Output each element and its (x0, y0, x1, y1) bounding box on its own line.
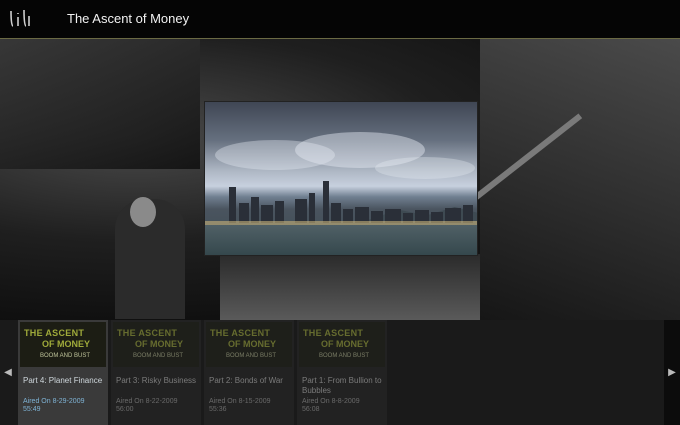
thumbnail-title-line: THE ASCENT (117, 328, 178, 338)
cloud (375, 157, 475, 179)
thumbnail-title-line: OF MONEY (42, 339, 91, 349)
episode-duration: 55:49 (23, 406, 41, 413)
episode-title[interactable]: Part 3: Risky Business (116, 376, 200, 386)
background-scene (0, 39, 200, 169)
thumbnail-subtitle: BOOM AND BUST (133, 353, 184, 359)
episode-aired-date: Aired On 8-8-2009 (302, 398, 360, 405)
video-frame[interactable] (204, 101, 478, 256)
building (331, 203, 341, 223)
episode-aired-date: Aired On 8-22-2009 (116, 398, 178, 405)
episode-thumbnail[interactable]: THE ASCENT OF MONEY BOOM AND BUST (113, 322, 199, 367)
building (251, 197, 259, 223)
background-right (480, 39, 680, 320)
episode-thumbnail[interactable]: THE ASCENT OF MONEY BOOM AND BUST (299, 322, 385, 367)
episode-item[interactable]: THE ASCENT OF MONEY BOOM AND BUST Part 1… (297, 320, 387, 425)
top-bar: The Ascent of Money (0, 0, 680, 39)
thumbnail-title-line: OF MONEY (321, 339, 370, 349)
episode-duration: 55:36 (209, 406, 227, 413)
prev-arrow-icon[interactable]: ◀ (0, 320, 16, 425)
thumbnail-title-line: THE ASCENT (210, 328, 271, 338)
episode-duration: 56:00 (116, 406, 134, 413)
episode-item[interactable]: THE ASCENT OF MONEY BOOM AND BUST Part 3… (111, 320, 201, 425)
water (205, 225, 477, 255)
thumbnail-subtitle: BOOM AND BUST (226, 353, 277, 359)
building (295, 199, 307, 223)
episode-item[interactable]: THE ASCENT OF MONEY BOOM AND BUST Part 2… (204, 320, 294, 425)
episode-thumbnail[interactable]: THE ASCENT OF MONEY BOOM AND BUST (206, 322, 292, 367)
next-arrow-icon[interactable]: ▶ (664, 320, 680, 425)
video-player[interactable] (0, 39, 680, 320)
thumbnail-title-line: THE ASCENT (24, 328, 85, 338)
thumbnail-subtitle: BOOM AND BUST (319, 353, 370, 359)
episode-aired-date: Aired On 8-15-2009 (209, 398, 271, 405)
logo-icon[interactable] (8, 8, 32, 30)
episode-title[interactable]: Part 4: Planet Finance (23, 376, 107, 386)
building (275, 201, 284, 223)
episode-duration: 56:08 (302, 406, 320, 413)
building (229, 187, 236, 223)
thumbnail-title-line: THE ASCENT (303, 328, 364, 338)
episode-item[interactable]: THE ASCENT OF MONEY BOOM AND BUST Part 4… (18, 320, 108, 425)
thumbnail-title-line: OF MONEY (228, 339, 277, 349)
building (309, 193, 315, 223)
episode-title[interactable]: Part 2: Bonds of War (209, 376, 293, 386)
episode-aired-date: Aired On 8-29-2009 (23, 398, 85, 405)
building (323, 181, 329, 223)
background-floor (220, 254, 480, 320)
background-figure-head (130, 197, 156, 227)
episode-title[interactable]: Part 1: From Bullion to Bubbles (302, 376, 386, 396)
thumbnail-title-line: OF MONEY (135, 339, 184, 349)
episode-thumbnail[interactable]: THE ASCENT OF MONEY BOOM AND BUST (20, 322, 106, 367)
building (239, 203, 249, 223)
page-title: The Ascent of Money (67, 11, 190, 26)
episode-carousel: ◀ THE ASCENT OF MONEY BOOM AND BUST Part… (0, 320, 680, 425)
thumbnail-subtitle: BOOM AND BUST (40, 353, 91, 359)
